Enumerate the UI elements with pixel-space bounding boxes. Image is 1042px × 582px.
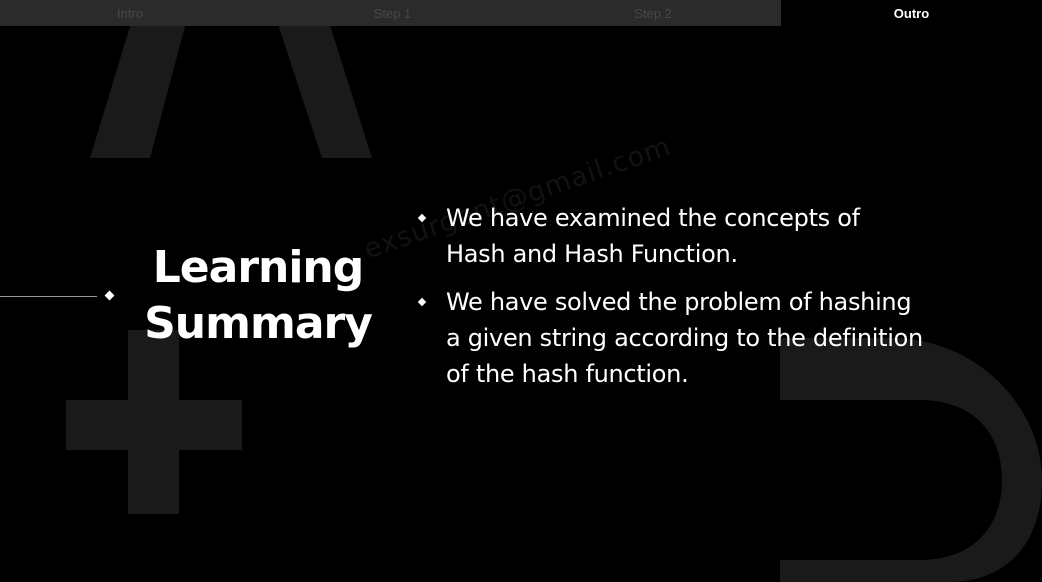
tab-intro[interactable]: Intro bbox=[0, 0, 260, 26]
slide-title: Learning Summary bbox=[118, 240, 398, 352]
summary-bullet-item: We have examined the concepts of Hash an… bbox=[414, 200, 974, 272]
diamond-icon bbox=[417, 213, 427, 223]
tab-step-1[interactable]: Step 1 bbox=[260, 0, 525, 26]
tab-step-2[interactable]: Step 2 bbox=[525, 0, 781, 26]
decorative-plus-shape bbox=[66, 330, 242, 514]
summary-bullet-item: We have solved the problem of hashing a … bbox=[414, 284, 974, 392]
bullet-text-line: We have solved the problem of hashing bbox=[446, 288, 912, 316]
bullet-text-line: Hash and Hash Function. bbox=[446, 240, 738, 268]
slide-title-line-2: Summary bbox=[144, 298, 373, 349]
section-tab-bar: Intro Step 1 Step 2 Outro bbox=[0, 0, 1042, 26]
summary-bullet-list: We have examined the concepts of Hash an… bbox=[414, 200, 974, 404]
connector-line bbox=[0, 296, 97, 297]
bullet-text-line: a given string according to the definiti… bbox=[446, 324, 923, 352]
bullet-text-line: of the hash function. bbox=[446, 360, 689, 388]
slide-title-line-1: Learning bbox=[152, 242, 365, 293]
diamond-icon bbox=[417, 297, 427, 307]
tab-outro[interactable]: Outro bbox=[781, 0, 1042, 26]
diamond-icon bbox=[104, 290, 115, 301]
bullet-text-line: We have examined the concepts of bbox=[446, 204, 860, 232]
